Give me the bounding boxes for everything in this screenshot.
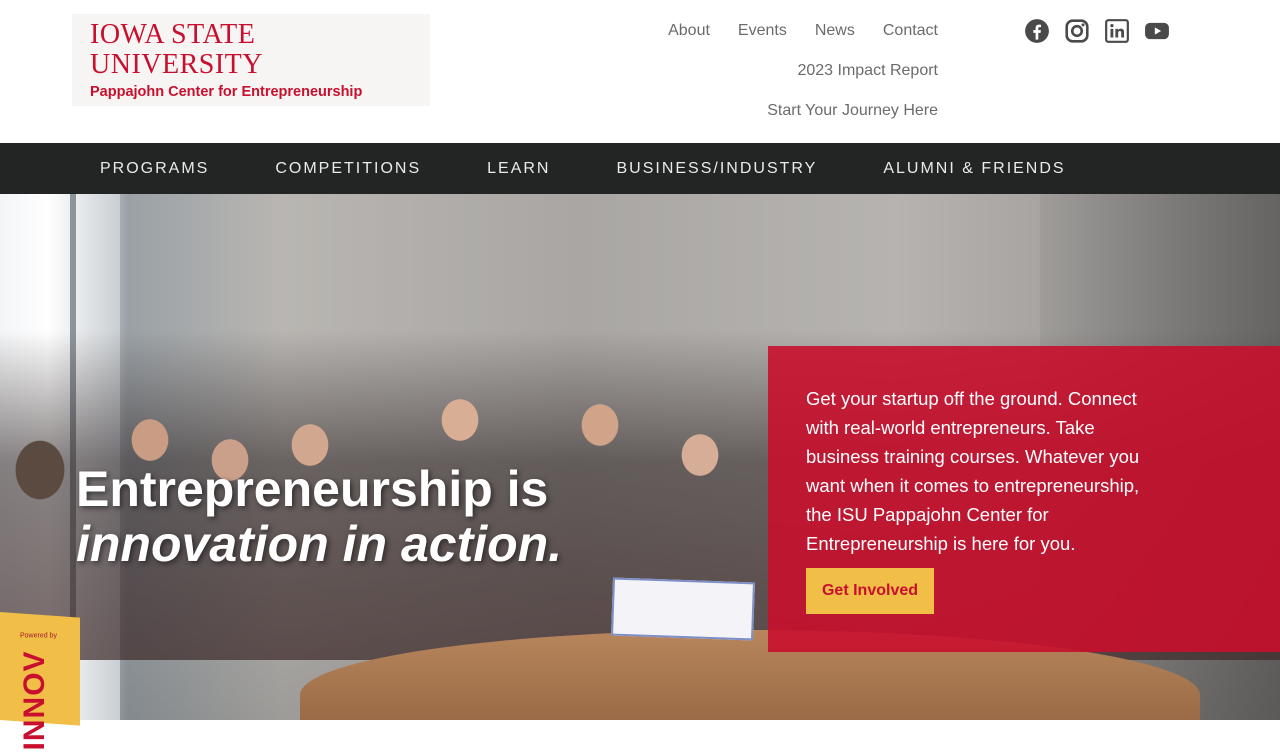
util-link-contact[interactable]: Contact	[883, 20, 938, 42]
nav-business-industry[interactable]: BUSINESS/INDUSTRY	[616, 143, 817, 194]
logo-center-name: Pappajohn Center for Entrepreneurship	[90, 83, 363, 100]
hero-title: Entrepreneurship is innovation in action…	[76, 462, 562, 572]
hero-title-line2: innovation in action.	[76, 516, 563, 572]
nav-alumni-friends[interactable]: ALUMNI & FRIENDS	[883, 143, 1065, 194]
social-links	[1024, 18, 1170, 44]
facebook-icon[interactable]	[1024, 18, 1050, 44]
nav-programs[interactable]: PROGRAMS	[100, 143, 209, 194]
badge-powered-by: Powered by	[20, 632, 57, 640]
cta-panel: Get your startup off the ground. Connect…	[768, 346, 1280, 652]
cta-description: Get your startup off the ground. Connect…	[806, 388, 1140, 554]
start-journey-link[interactable]: Start Your Journey Here	[767, 100, 938, 122]
utility-nav: About Events News Contact	[668, 20, 938, 42]
linkedin-icon[interactable]	[1104, 18, 1130, 44]
util-link-events[interactable]: Events	[738, 20, 787, 42]
youtube-icon[interactable]	[1144, 18, 1170, 44]
util-link-about[interactable]: About	[668, 20, 710, 42]
badge-name: INNOV	[18, 650, 51, 751]
hero-photo-cake	[611, 577, 755, 641]
hero-title-line1: Entrepreneurship is	[76, 461, 549, 517]
nav-learn[interactable]: LEARN	[487, 143, 550, 194]
impact-report-link[interactable]: 2023 Impact Report	[797, 60, 938, 82]
util-link-news[interactable]: News	[815, 20, 855, 42]
nav-competitions[interactable]: COMPETITIONS	[275, 143, 421, 194]
site-header: Iowa State University Pappajohn Center f…	[0, 0, 1280, 143]
hero-section: Entrepreneurship is innovation in action…	[0, 194, 1280, 720]
innovation-badge[interactable]: Powered by INNOV	[0, 612, 80, 750]
instagram-icon[interactable]	[1064, 18, 1090, 44]
site-logo[interactable]: Iowa State University Pappajohn Center f…	[72, 14, 430, 106]
main-nav: PROGRAMS COMPETITIONS LEARN BUSINESS/IND…	[0, 143, 1280, 194]
get-involved-button[interactable]: Get Involved	[806, 568, 934, 614]
logo-university-name: Iowa State University	[90, 18, 263, 80]
